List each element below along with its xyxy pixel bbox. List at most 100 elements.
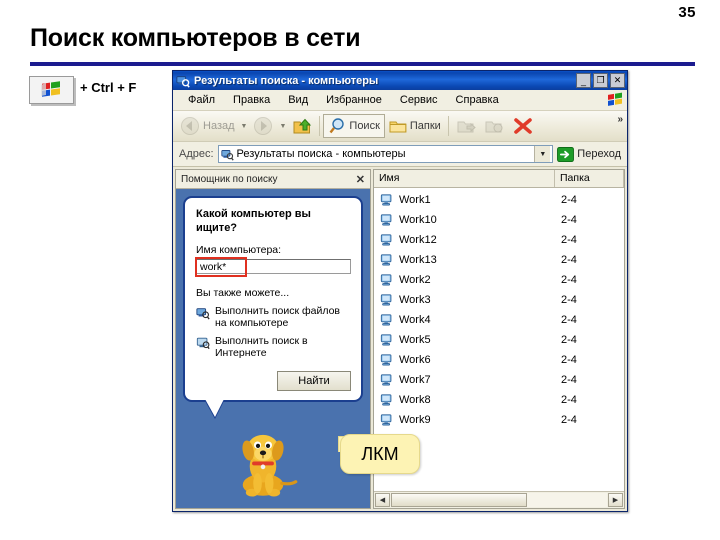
computer-icon [380,354,392,366]
forward-button[interactable] [249,114,277,138]
results-header: Имя Папка [374,170,624,188]
computer-icon [380,194,392,206]
table-row[interactable]: Work9 2-4 [374,410,624,430]
highlight-box [195,257,247,277]
find-button[interactable]: Найти [277,371,351,391]
table-row[interactable]: Work12 2-4 [374,230,624,250]
address-bar: Адрес: Результаты поиска - компьютеры ▼ … [173,142,627,167]
table-row[interactable]: Work13 2-4 [374,250,624,270]
move-to-folder-button [452,114,480,138]
window-title: Результаты поиска - компьютеры [194,74,379,87]
link-search-files-label: Выполнить поиск файлов на компьютере [215,305,340,329]
computer-icon [380,274,392,286]
close-icon[interactable]: ✕ [354,173,367,186]
table-row[interactable]: Work8 2-4 [374,390,624,410]
computer-name-label: Имя компьютера: [196,244,282,256]
search-button[interactable]: Поиск [323,114,385,138]
copy-to-folder-icon [485,121,503,133]
cell-name: Work7 [399,374,431,386]
find-button-row: Найти [196,371,351,391]
cell-name: Work1 [399,194,431,206]
back-dropdown-icon[interactable]: ▼ [241,123,248,130]
computer-icon [380,234,392,246]
balloon-tail [205,399,224,417]
cell-name: Work2 [399,274,431,286]
toolbar-overflow-icon[interactable]: » [617,114,623,125]
cell-folder: 2-4 [561,294,577,306]
scrollbar-thumb[interactable] [391,493,528,507]
menu-item-edit[interactable]: Правка [224,93,279,107]
table-row[interactable]: Work2 2-4 [374,270,624,290]
delete-button[interactable] [508,114,538,138]
up-button[interactable] [288,114,316,138]
menu-item-view[interactable]: Вид [279,93,317,107]
column-header-folder[interactable]: Папка [555,170,624,187]
lkm-callout: ЛКМ [340,434,420,474]
minimize-button[interactable]: _ [576,73,591,88]
search-computers-icon [176,75,190,88]
forward-dropdown-icon[interactable]: ▼ [279,123,286,130]
windows-logo-icon [40,81,60,97]
search-computers-icon [220,149,234,161]
cell-name: Work10 [399,214,437,226]
cell-folder: 2-4 [561,234,577,246]
address-input[interactable]: Результаты поиска - компьютеры ▼ [217,145,554,163]
menu-bar: Файл Правка Вид Избранное Сервис Справка [173,90,627,111]
table-row[interactable]: Work5 2-4 [374,330,624,350]
arrow-left-icon[interactable]: ◀ [375,493,390,507]
address-value: Результаты поиска - компьютеры [236,148,406,160]
cell-folder: 2-4 [561,214,577,226]
link-search-internet-label: Выполнить поиск в Интернете [215,335,308,359]
table-row[interactable]: Work3 2-4 [374,290,624,310]
table-row[interactable]: Work1 2-4 [374,190,624,210]
cell-name: Work4 [399,314,431,326]
cell-folder: 2-4 [561,194,577,206]
table-row[interactable]: Work4 2-4 [374,310,624,330]
page-title: Поиск компьютеров в сети [30,24,361,52]
window-titlebar[interactable]: Результаты поиска - компьютеры _ ❐ ✕ [173,71,627,90]
menu-item-favorites[interactable]: Избранное [317,93,391,107]
back-button[interactable]: Назад [176,114,239,138]
go-button[interactable]: Переход [557,146,624,162]
forward-arrow-icon [254,117,273,135]
table-row[interactable]: Work10 2-4 [374,210,624,230]
link-search-internet[interactable]: Выполнить поиск в Интернете [196,335,351,359]
menu-item-help[interactable]: Справка [447,93,508,107]
computer-icon [380,214,392,226]
arrow-right-icon[interactable]: ▶ [608,493,623,507]
table-row[interactable]: Work7 2-4 [374,370,624,390]
folders-icon [389,121,407,133]
close-button[interactable]: ✕ [610,73,625,88]
computer-icon [380,254,392,266]
cell-folder: 2-4 [561,274,577,286]
up-folder-icon [293,118,312,134]
search-pane-title: Помощник по поиску [181,173,278,185]
horizontal-scrollbar[interactable]: ◀ ▶ [374,491,624,508]
move-to-folder-icon [457,121,476,133]
toolbar-separator-1 [319,116,321,136]
menu-item-file[interactable]: Файл [179,93,224,107]
toolbar: Назад ▼ ▼ Поиск Папки » [173,111,627,142]
windows-flag-icon [608,92,622,106]
folders-button[interactable]: Папки [385,114,445,138]
delete-x-icon [514,118,532,134]
green-arrow-icon [557,146,575,162]
link-search-files[interactable]: Выполнить поиск файлов на компьютере [196,305,351,329]
chevron-down-icon[interactable]: ▼ [534,146,551,162]
windows-key-button [29,76,74,104]
cell-name: Work6 [399,354,431,366]
shortcut-hint-label: + Ctrl + F [80,80,137,95]
menu-item-tools[interactable]: Сервис [391,93,447,107]
computer-icon [380,414,392,426]
computer-name-input[interactable]: work* [195,257,351,277]
search-label: Поиск [349,120,380,132]
table-row[interactable]: Work6 2-4 [374,350,624,370]
search-question: Какой компьютер вы ищите? [196,208,311,234]
scrollbar-track[interactable] [391,493,607,507]
maximize-button[interactable]: ❐ [593,73,608,88]
cell-name: Work12 [399,234,437,246]
also-can-label: Вы также можете... [196,287,290,299]
toolbar-separator-2 [447,116,449,136]
computer-icon [380,314,392,326]
column-header-name[interactable]: Имя [374,170,555,187]
